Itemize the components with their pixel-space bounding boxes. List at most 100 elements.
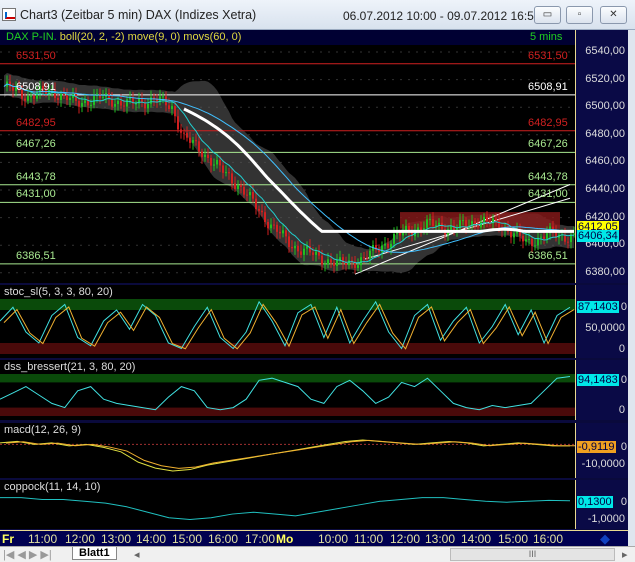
- candle-body: [324, 264, 326, 266]
- candle-body: [147, 103, 149, 109]
- maximize-button[interactable]: ▫: [566, 6, 593, 24]
- candle-body: [486, 216, 488, 222]
- stoch-panel[interactable]: stoc_sl(5, 3, 3, 80, 20) 87,1403 0 50,0000 0: [0, 285, 628, 358]
- candle-body: [456, 228, 458, 230]
- candle-body: [207, 154, 209, 159]
- candle-body: [102, 96, 104, 98]
- candle-body: [510, 231, 512, 238]
- candle-body: [216, 159, 218, 165]
- time-tick: 16:00: [208, 532, 239, 546]
- sheet-tab[interactable]: Blatt1: [72, 547, 117, 560]
- candle-body: [24, 98, 26, 101]
- level-label-left: 6431,00: [16, 188, 56, 201]
- overbought-zone: [0, 299, 575, 310]
- level-label-right: 6443,78: [528, 170, 568, 183]
- candle-body: [540, 236, 542, 238]
- candle-body: [270, 224, 272, 229]
- candle-body: [567, 241, 569, 243]
- time-axis[interactable]: Fr 11:00 12:00 13:00 14:00 15:00 16:00 17:00 Mo 1…: [0, 530, 628, 546]
- candle-body: [87, 100, 89, 106]
- scroll-right-icon[interactable]: ▸: [622, 548, 628, 561]
- coppock-panel[interactable]: coppock(11, 14, 10) 0,1300 0 -1,0000: [0, 480, 628, 529]
- oversold-zone: [0, 407, 575, 416]
- candle-body: [237, 185, 239, 189]
- candle-body: [63, 94, 65, 96]
- candle-body: [348, 260, 350, 266]
- price-axis-tick: 6380,00: [585, 265, 625, 278]
- candle-body: [429, 219, 431, 221]
- right-scroll-strip[interactable]: [628, 30, 635, 546]
- candle-body: [327, 259, 329, 265]
- dss-tick-top: 0: [620, 374, 627, 386]
- candle-body: [12, 86, 14, 91]
- price-chart-panel[interactable]: DAX P-IN. boll(20, 2, -2) move(9, 0) mov…: [0, 30, 628, 283]
- candle-body: [171, 106, 173, 109]
- candle-body: [399, 232, 401, 236]
- candle-body: [495, 218, 497, 221]
- macd-axis: -0,9119 0 -10,0000: [575, 423, 628, 478]
- level-label-left: 6386,51: [16, 249, 56, 262]
- candle-body: [432, 219, 434, 226]
- horizontal-scrollbar-thumb[interactable]: III: [450, 548, 615, 561]
- candle-body: [291, 246, 293, 249]
- candle-body: [264, 212, 266, 223]
- candle-body: [522, 235, 524, 242]
- time-tick: 10:00: [318, 532, 349, 546]
- candle-body: [75, 94, 77, 101]
- close-button[interactable]: ✕: [600, 6, 627, 24]
- candle-body: [474, 221, 476, 225]
- candle-body: [201, 151, 203, 157]
- level-label-right: 6531,50: [528, 49, 568, 62]
- dss-axis: 94,1483 0 0: [575, 360, 628, 420]
- drawing-tool-icon[interactable]: ◆: [600, 531, 610, 547]
- candle-body: [384, 243, 386, 246]
- macd-tick-top: 0: [620, 441, 627, 453]
- candle-body: [57, 97, 59, 101]
- last-price-tag: 6406,34: [577, 230, 619, 243]
- date-range: 06.07.2012 10:00 - 09.07.2012 16:55: [343, 9, 541, 23]
- candle-body: [180, 129, 182, 133]
- stoch-tick: 0: [618, 343, 625, 355]
- level-label-right: 6467,26: [528, 138, 568, 151]
- chart-header: DAX P-IN. boll(20, 2, -2) move(9, 0) mov…: [0, 30, 575, 45]
- sheet-nav-icons[interactable]: |◀ ◀ ▶ ▶|: [3, 548, 52, 561]
- candle-body: [357, 265, 359, 268]
- stoch-tick: 50,0000: [585, 322, 625, 334]
- candle-body: [279, 231, 281, 234]
- candle-body: [228, 172, 230, 174]
- candle-body: [483, 216, 485, 222]
- macd-panel[interactable]: macd(12, 26, 9) -0,9119 0 -10,0000: [0, 423, 628, 478]
- oversold-zone: [0, 343, 575, 354]
- candle-body: [525, 239, 527, 242]
- title-bar: Chart3 (Zeitbar 5 min) DAX (Indizes Xetr…: [0, 0, 635, 30]
- candle-body: [315, 251, 317, 255]
- candle-body: [546, 233, 548, 240]
- coppock-value: 0,1300: [577, 496, 613, 508]
- candle-body: [117, 100, 119, 105]
- candle-body: [282, 230, 284, 234]
- level-label-right: 6482,95: [528, 116, 568, 129]
- candle-body: [84, 100, 86, 103]
- candle-body: [78, 100, 80, 107]
- price-axis[interactable]: 6540,00 6520,00 6500,00 6480,00 6460,00 6440,…: [575, 30, 628, 283]
- candle-body: [114, 104, 116, 107]
- scroll-left-icon[interactable]: ◂: [134, 548, 140, 561]
- level-label-right: 6431,00: [528, 188, 568, 201]
- candle-body: [204, 154, 206, 157]
- candle-body: [258, 209, 260, 211]
- minimize-button[interactable]: ▭: [534, 6, 561, 24]
- macd-label: macd(12, 26, 9): [4, 424, 82, 436]
- candle-body: [252, 191, 254, 199]
- candle-body: [345, 262, 347, 266]
- candle-body: [369, 250, 371, 259]
- macd-tick: -10,0000: [581, 458, 625, 470]
- dss-panel[interactable]: dss_bressert(21, 3, 80, 20) 94,1483 0 0: [0, 360, 628, 420]
- candle-body: [198, 141, 200, 152]
- candle-body: [333, 262, 335, 266]
- price-chart-canvas[interactable]: [0, 30, 575, 283]
- price-axis-tick: 6500,00: [585, 100, 625, 113]
- dss-value: 94,1483: [577, 374, 619, 386]
- candle-body: [294, 245, 296, 249]
- candle-body: [297, 245, 299, 252]
- candle-body: [267, 222, 269, 229]
